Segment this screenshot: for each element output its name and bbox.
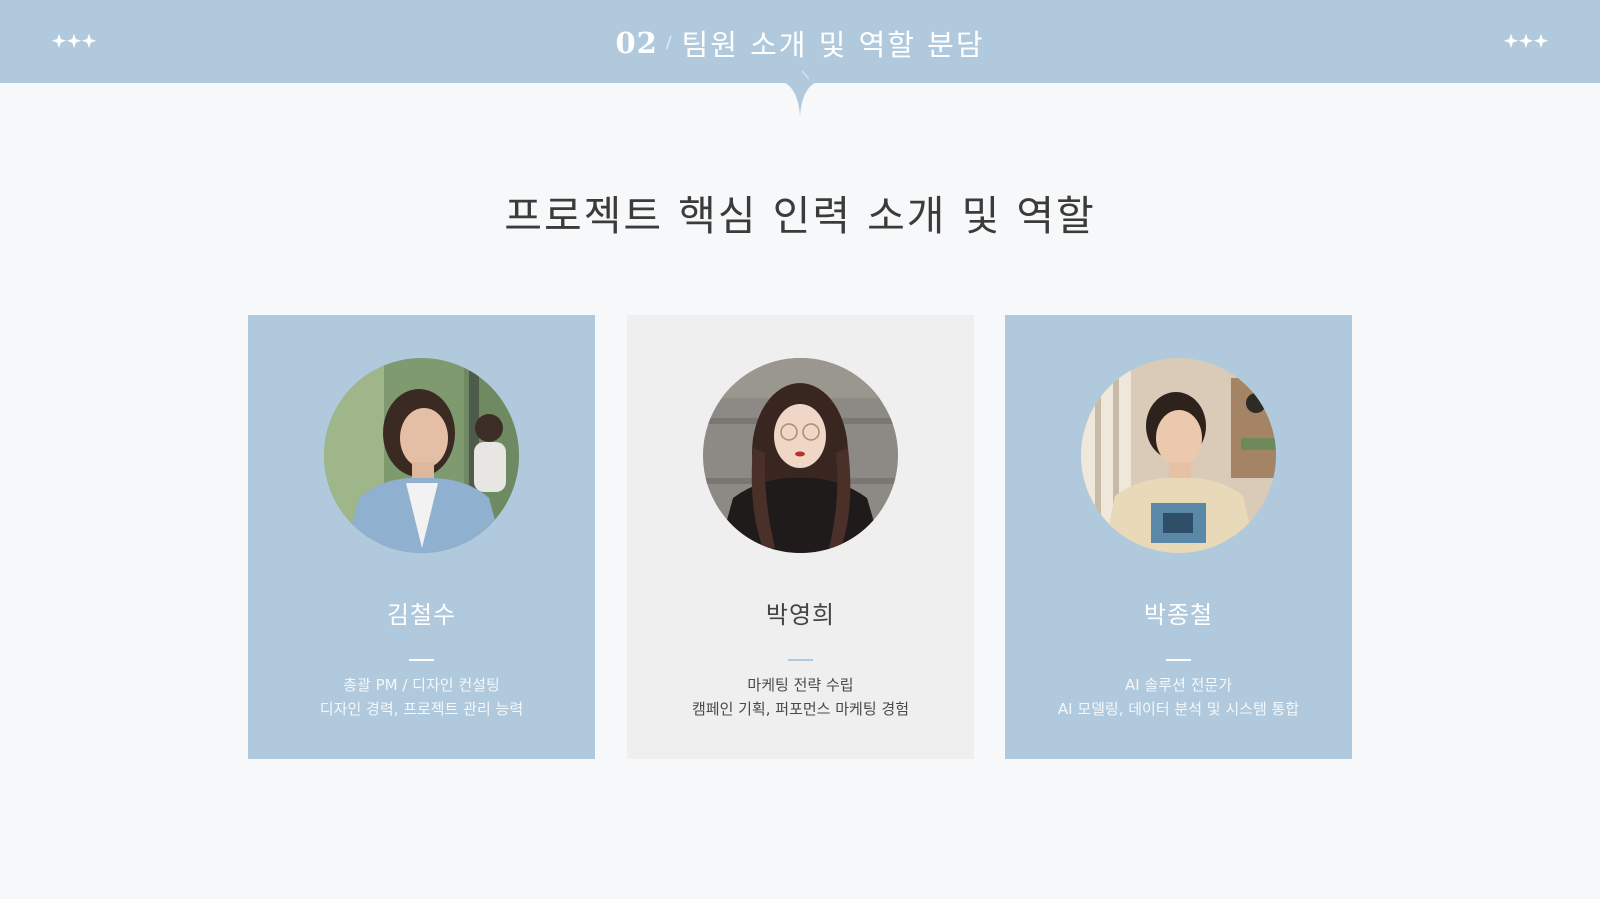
member-photo [1081, 358, 1276, 553]
role-line: 총괄 PM / 디자인 컨설팅 [343, 676, 500, 694]
page-title: 프로젝트 핵심 인력 소개 및 역할 [504, 192, 1096, 240]
header-band: 02 / 팀원 소개 및 역할 분담 [0, 0, 1600, 83]
member-card-park-younghee: 박영희 마케팅 전략 수립 캠페인 기획, 퍼포먼스 마케팅 경험 [627, 315, 974, 759]
member-role: AI 솔루션 전문가 AI 모델링, 데이터 분석 및 시스템 통합 [1005, 673, 1352, 721]
member-role: 마케팅 전략 수립 캠페인 기획, 퍼포먼스 마케팅 경험 [627, 673, 974, 721]
member-card-park-jongcheol: 박종철 AI 솔루션 전문가 AI 모델링, 데이터 분석 및 시스템 통합 [1005, 315, 1352, 759]
member-role: 총괄 PM / 디자인 컨설팅 디자인 경력, 프로젝트 관리 능력 [248, 673, 595, 721]
section-number: 02 [615, 26, 658, 60]
divider [788, 659, 813, 661]
section-header: 02 / 팀원 소개 및 역할 분담 [0, 22, 1600, 64]
avatar [703, 358, 898, 553]
sparkles-icon [1503, 33, 1549, 48]
role-line: AI 솔루션 전문가 [1124, 676, 1233, 694]
avatar [1081, 358, 1276, 553]
experience-line: 캠페인 기획, 퍼포먼스 마케팅 경험 [691, 700, 910, 718]
experience-line: AI 모델링, 데이터 분석 및 시스템 통합 [1057, 700, 1300, 718]
role-line: 마케팅 전략 수립 [747, 676, 854, 694]
section-separator: / [665, 33, 672, 53]
member-name: 박영희 [765, 601, 836, 629]
section-title: 팀원 소개 및 역할 분담 [681, 28, 985, 62]
avatar [324, 358, 519, 553]
header-notch [783, 82, 817, 116]
member-photo [324, 358, 519, 553]
member-name: 박종철 [1143, 601, 1214, 629]
divider [409, 659, 434, 661]
experience-line: 디자인 경력, 프로젝트 관리 능력 [319, 700, 524, 718]
member-photo [703, 358, 898, 553]
divider [1166, 659, 1191, 661]
member-name: 김철수 [386, 601, 457, 629]
member-card-kim: 김철수 총괄 PM / 디자인 컨설팅 디자인 경력, 프로젝트 관리 능력 [248, 315, 595, 759]
